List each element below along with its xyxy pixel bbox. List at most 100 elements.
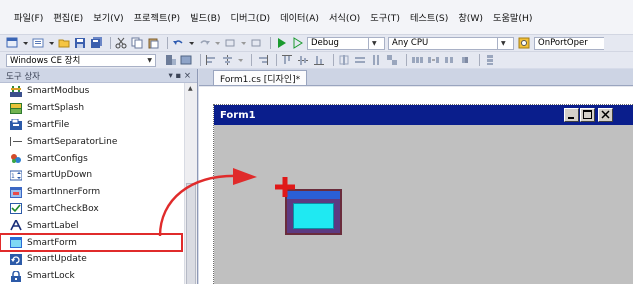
redo-icon[interactable] — [198, 37, 211, 49]
toolbox-item-smartseparatorline[interactable]: SmartSeparatorLine — [0, 133, 184, 150]
toolbox-window-controls[interactable]: ▾ ▪ × — [168, 71, 191, 81]
toolbox-item-label: SmartSeparatorLine — [27, 136, 118, 147]
toolbox-item-smartlock[interactable]: SmartLock — [0, 268, 184, 284]
toolbar-separator — [167, 37, 168, 49]
dropdown-arrow-icon[interactable] — [22, 37, 29, 49]
scroll-up-icon[interactable]: ▲ — [188, 85, 193, 92]
cut-icon[interactable] — [115, 37, 128, 49]
menu-file[interactable]: 파일(F) — [14, 10, 43, 24]
menu-project[interactable]: 프로젝트(P) — [134, 10, 181, 24]
menu-window[interactable]: 창(W) — [458, 10, 483, 24]
decrease-horizontal-spacing-icon[interactable] — [443, 54, 456, 66]
menu-build[interactable]: 빌드(B) — [190, 10, 220, 24]
navigate-backward-icon[interactable] — [224, 37, 237, 49]
dropdown-arrow-icon[interactable] — [48, 37, 55, 49]
form-designer-surface[interactable]: Form1 — [199, 87, 633, 284]
file-icon — [10, 118, 22, 131]
connect-device-icon[interactable] — [180, 54, 193, 66]
target-device-value: Windows CE 장치 — [10, 56, 81, 66]
target-device-select[interactable]: Windows CE 장치 ▼ — [6, 53, 156, 67]
toolbox-item-label: SmartUpdate — [27, 254, 87, 265]
toolbar-separator — [110, 37, 111, 49]
toolbox-item-smartfile[interactable]: SmartFile — [0, 117, 184, 134]
start-debugging-icon[interactable] — [275, 37, 288, 49]
toolbar-separator — [200, 54, 201, 66]
device-options-icon[interactable] — [164, 54, 177, 66]
menu-format[interactable]: 서식(O) — [329, 10, 360, 24]
add-item-icon[interactable] — [32, 37, 45, 49]
close-icon[interactable] — [598, 108, 613, 122]
align-centers-icon[interactable] — [221, 54, 234, 66]
save-all-icon[interactable] — [90, 37, 103, 49]
dropdown-arrow-icon[interactable] — [237, 54, 244, 66]
menu-view[interactable]: 보기(V) — [93, 10, 123, 24]
align-rights-icon[interactable] — [256, 54, 269, 66]
toolbox-item-smartupdate[interactable]: SmartUpdate — [0, 251, 184, 268]
toolbox-panel: 도구 상자 ▾ ▪ × SmartModbus SmartSplash Smar… — [0, 69, 198, 284]
chevron-down-icon: ▼ — [372, 39, 377, 47]
standard-toolbar: Debug ▼ Any CPU ▼ OnPortOper — [0, 34, 633, 51]
toolbox-item-smartmodbus[interactable]: SmartModbus — [0, 83, 184, 100]
dropdown-arrow-icon[interactable] — [214, 37, 221, 49]
toolbox-item-smartconfigs[interactable]: SmartConfigs — [0, 150, 184, 167]
form1-client-area[interactable] — [214, 125, 633, 284]
menu-test[interactable]: 테스트(S) — [410, 10, 448, 24]
save-icon[interactable] — [74, 37, 87, 49]
dropdown-arrow-icon[interactable] — [240, 37, 247, 49]
menu-debug[interactable]: 디버그(D) — [231, 10, 271, 24]
solution-config-dropdown[interactable]: ▼ — [369, 36, 385, 50]
find-combo[interactable]: OnPortOper — [534, 36, 604, 50]
toolbox-item-label: SmartUpDown — [27, 170, 93, 181]
menu-data[interactable]: 데이터(A) — [280, 10, 319, 24]
menu-edit[interactable]: 편집(E) — [53, 10, 83, 24]
open-folder-icon[interactable] — [58, 37, 71, 49]
menu-tools[interactable]: 도구(T) — [370, 10, 400, 24]
align-middles-icon[interactable] — [297, 54, 310, 66]
dropdown-arrow-icon[interactable] — [188, 37, 195, 49]
update-icon — [10, 253, 22, 265]
toolbox-item-smartlabel[interactable]: SmartLabel — [0, 217, 184, 234]
copy-icon[interactable] — [131, 37, 144, 49]
paste-icon[interactable] — [147, 37, 160, 49]
vertical-spacing-equal-icon[interactable] — [484, 54, 497, 66]
modbus-icon — [10, 85, 22, 97]
toolbox-item-smartupdown[interactable]: 1 SmartUpDown — [0, 167, 184, 184]
solution-platform-dropdown[interactable]: ▼ — [498, 36, 514, 50]
solution-platform-select[interactable]: Any CPU — [388, 36, 498, 50]
navigate-forward-icon[interactable] — [250, 37, 263, 49]
make-same-width-icon[interactable] — [354, 54, 367, 66]
align-lefts-icon[interactable] — [205, 54, 218, 66]
remove-horizontal-spacing-icon[interactable] — [459, 54, 472, 66]
solution-config-select[interactable]: Debug — [307, 36, 369, 50]
toolbox-item-smartsplash[interactable]: SmartSplash — [0, 100, 184, 117]
toolbox-item-label: SmartLock — [27, 271, 75, 282]
tab-form1-designer[interactable]: Form1.cs [디자인]* — [213, 70, 308, 85]
make-same-size-icon[interactable] — [386, 54, 399, 66]
toolbox-item-smartcheckbox[interactable]: SmartCheckBox — [0, 201, 184, 218]
align-to-grid-icon[interactable] — [338, 54, 351, 66]
toolbox-item-smartform[interactable]: SmartForm — [0, 233, 183, 252]
align-bottoms-icon[interactable] — [313, 54, 326, 66]
solution-platform-value: Any CPU — [392, 38, 429, 48]
new-project-icon[interactable] — [6, 37, 19, 49]
align-tops-icon[interactable] — [281, 54, 294, 66]
undo-icon[interactable] — [172, 37, 185, 49]
toolbox-item-smartinnerform[interactable]: SmartInnerForm — [0, 184, 184, 201]
toolbox-scrollbar[interactable]: ▲ — [184, 83, 197, 284]
device-toolbar: Windows CE 장치 ▼ — [0, 51, 633, 68]
find-combo-value: OnPortOper — [538, 38, 588, 48]
make-same-height-icon[interactable] — [370, 54, 383, 66]
drop-crosshair-icon — [275, 177, 295, 197]
minimize-icon[interactable] — [564, 108, 579, 122]
increase-horizontal-spacing-icon[interactable] — [427, 54, 440, 66]
toolbar-separator — [333, 54, 334, 66]
menu-help[interactable]: 도움말(H) — [493, 10, 532, 24]
find-in-files-icon[interactable] — [518, 37, 531, 49]
maximize-icon[interactable] — [580, 108, 595, 122]
toolbox-item-label: SmartFile — [27, 119, 70, 130]
horizontal-spacing-equal-icon[interactable] — [411, 54, 424, 66]
menu-bar: 파일(F) 편집(E) 보기(V) 프로젝트(P) 빌드(B) 디버그(D) 데… — [0, 0, 633, 34]
scrollbar-thumb[interactable] — [186, 183, 196, 284]
svg-text:1: 1 — [11, 173, 15, 180]
start-without-debug-icon[interactable] — [291, 37, 304, 49]
